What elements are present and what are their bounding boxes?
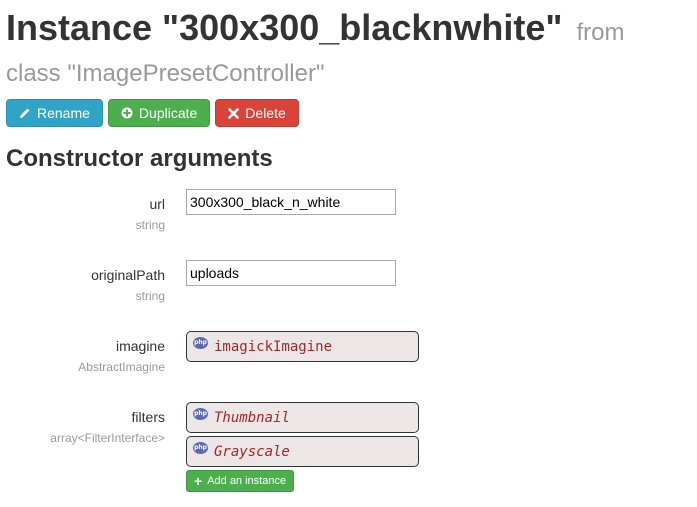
url-input[interactable] — [186, 189, 396, 215]
arg-type-url: string — [135, 218, 165, 232]
instance-title: Instance "300x300_blacknwhite" — [6, 7, 563, 48]
class-name: class "ImagePresetController" — [6, 60, 325, 87]
rename-button[interactable]: Rename — [6, 99, 103, 127]
duplicate-label: Duplicate — [138, 105, 198, 121]
php-icon: php — [193, 336, 208, 349]
add-instance-label: Add an instance — [207, 475, 287, 487]
arg-name-url: url — [149, 196, 165, 212]
from-label: from — [576, 19, 625, 46]
instance-reference-imagine[interactable]: php imagickImagine — [186, 331, 419, 362]
rename-label: Rename — [37, 105, 90, 121]
action-toolbar: Rename Duplicate Delete — [6, 99, 299, 127]
section-title: Constructor arguments — [6, 145, 273, 172]
arg-name-filters: filters — [131, 409, 165, 425]
originalpath-input[interactable] — [186, 260, 396, 286]
filter-item[interactable]: php Thumbnail — [186, 402, 419, 433]
plus-circle-icon — [121, 107, 133, 119]
filter-item[interactable]: php Grayscale — [186, 436, 419, 467]
delete-button[interactable]: Delete — [215, 99, 299, 127]
page-title: Instance "300x300_blacknwhite" from — [6, 6, 624, 55]
php-icon: php — [193, 441, 208, 454]
pencil-icon — [19, 107, 31, 119]
arg-name-originalpath: originalPath — [91, 267, 165, 283]
add-instance-button[interactable]: + Add an instance — [186, 470, 295, 492]
duplicate-button[interactable]: Duplicate — [107, 99, 211, 127]
arg-name-imagine: imagine — [115, 338, 165, 354]
delete-label: Delete — [245, 105, 286, 121]
php-icon: php — [193, 407, 208, 420]
plus-icon: + — [194, 473, 203, 489]
arg-type-filters: array<FilterInterface> — [50, 431, 165, 445]
x-icon — [228, 107, 240, 119]
reference-label: imagickImagine — [214, 338, 333, 355]
arg-type-originalpath: string — [135, 289, 165, 303]
arg-type-imagine: AbstractImagine — [78, 360, 165, 374]
filter-label: Thumbnail — [214, 409, 290, 426]
filter-label: Grayscale — [214, 443, 290, 460]
